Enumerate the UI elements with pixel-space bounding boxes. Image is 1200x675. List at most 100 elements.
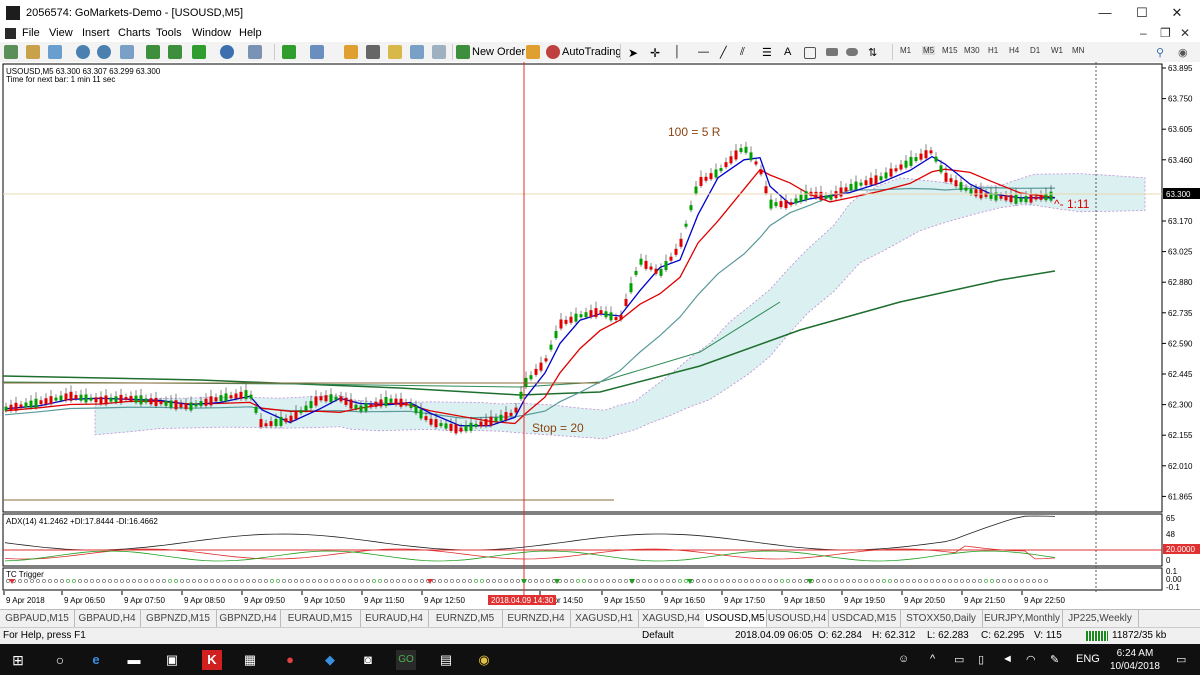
- timeframe-m30[interactable]: M30: [964, 46, 980, 55]
- tab-euraud-h4[interactable]: EURAUD,H4: [360, 610, 429, 627]
- system-clock[interactable]: 6:24 AM 10/04/2018: [1110, 647, 1160, 673]
- pen-icon[interactable]: ✎: [1050, 653, 1059, 666]
- tab-eurnzd-h4[interactable]: EURNZD,H4: [502, 610, 571, 627]
- templates-icon[interactable]: [248, 45, 262, 59]
- menu-insert[interactable]: Insert: [82, 27, 110, 39]
- timeframe-m15[interactable]: M15: [942, 46, 958, 55]
- tab-usousd-h4[interactable]: USOUSD,H4: [766, 610, 829, 627]
- tab-gbpnzd-m15[interactable]: GBPNZD,M15: [140, 610, 217, 627]
- maximize-button[interactable]: ☐: [1127, 4, 1157, 22]
- zoom-out-icon[interactable]: [97, 45, 111, 59]
- timeframe-m1[interactable]: M1: [900, 46, 911, 55]
- store-icon[interactable]: ▣: [162, 650, 182, 670]
- rectangle-tool-icon[interactable]: [826, 48, 838, 56]
- indicators-icon[interactable]: [192, 45, 206, 59]
- kaspersky-icon[interactable]: K: [202, 650, 222, 670]
- tab-xagusd-h4[interactable]: XAGUSD,H4: [638, 610, 705, 627]
- price-chart[interactable]: 100 = 5 R Stop = 20 ^- 1:11 USOUSD,M5 63…: [0, 62, 1200, 606]
- network-icon[interactable]: ▭: [954, 653, 964, 666]
- edge-browser-icon[interactable]: e: [86, 650, 106, 670]
- mdi-close-icon[interactable]: ✕: [1180, 26, 1190, 40]
- timeframe-w1[interactable]: W1: [1051, 46, 1063, 55]
- notification-icon[interactable]: ▭: [1176, 653, 1186, 666]
- terminal-icon[interactable]: [410, 45, 424, 59]
- bar-chart-icon[interactable]: [26, 45, 40, 59]
- line-chart-icon[interactable]: [48, 45, 62, 59]
- menu-tools[interactable]: Tools: [156, 27, 182, 39]
- fibonacci-icon[interactable]: ☰: [762, 46, 772, 59]
- gomarkets-taskbar-icon[interactable]: GO: [396, 650, 416, 670]
- navigator-icon[interactable]: [388, 45, 402, 59]
- tab-gbpaud-h4[interactable]: GBPAUD,H4: [74, 610, 141, 627]
- new-chart-icon[interactable]: [282, 45, 296, 59]
- crosshair-icon[interactable]: ✛: [650, 46, 660, 60]
- language-indicator[interactable]: ENG: [1076, 653, 1100, 665]
- market-watch-icon[interactable]: [344, 45, 358, 59]
- battery-icon[interactable]: ▯: [978, 653, 984, 666]
- volume-icon[interactable]: ◄: [1002, 653, 1013, 665]
- mdi-minimize-icon[interactable]: –: [1140, 26, 1147, 40]
- tester-icon[interactable]: [432, 45, 446, 59]
- cursor-icon[interactable]: ➤: [628, 46, 638, 60]
- wifi-icon[interactable]: ◠: [1026, 653, 1036, 666]
- timeframe-h4[interactable]: H4: [1009, 46, 1019, 55]
- timeframe-h1[interactable]: H1: [988, 46, 998, 55]
- ellipse-tool-icon[interactable]: [846, 48, 858, 56]
- autotrading-icon[interactable]: [546, 45, 560, 59]
- zoom-in-icon[interactable]: [76, 45, 90, 59]
- text-tool-icon[interactable]: A: [784, 46, 791, 58]
- defender-icon[interactable]: ◆: [320, 650, 340, 670]
- vertical-line-icon[interactable]: │: [674, 46, 681, 58]
- tab-gbpaud-m15[interactable]: GBPAUD,M15: [0, 610, 75, 627]
- chrome-icon[interactable]: ◉: [474, 650, 494, 670]
- tab-usousd-m5[interactable]: USOUSD,M5: [704, 610, 767, 627]
- tab-stoxx50-daily[interactable]: STOXX50,Daily: [900, 610, 983, 627]
- menu-help[interactable]: Help: [239, 27, 262, 39]
- data-window-icon[interactable]: [366, 45, 380, 59]
- tab-gbpnzd-h4[interactable]: GBPNZD,H4: [216, 610, 281, 627]
- minimize-button[interactable]: —: [1090, 4, 1120, 22]
- menu-view[interactable]: View: [49, 27, 73, 39]
- autotrading-button[interactable]: AutoTrading: [562, 46, 622, 58]
- tab-xagusd-h1[interactable]: XAGUSD,H1: [570, 610, 639, 627]
- label-tool-icon[interactable]: [804, 47, 816, 59]
- timeframe-d1[interactable]: D1: [1030, 46, 1040, 55]
- camera-app-icon[interactable]: ◙: [358, 650, 378, 670]
- community-icon[interactable]: ◉: [1178, 46, 1188, 59]
- remote-app-icon[interactable]: ●: [280, 650, 300, 670]
- horizontal-line-icon[interactable]: —: [698, 46, 709, 58]
- chart-shift-icon[interactable]: [146, 45, 160, 59]
- tab-eurjpy-monthly[interactable]: EURJPY,Monthly: [982, 610, 1063, 627]
- close-button[interactable]: ✕: [1162, 4, 1192, 22]
- new-order-button[interactable]: New Order: [472, 46, 525, 58]
- trendline-icon[interactable]: ╱: [720, 46, 727, 59]
- chart-window[interactable]: 100 = 5 R Stop = 20 ^- 1:11 USOUSD,M5 63…: [0, 62, 1200, 606]
- tab-euraud-m15[interactable]: EURAUD,M15: [280, 610, 361, 627]
- mdi-restore-icon[interactable]: ❐: [1160, 26, 1171, 40]
- document-app-icon[interactable]: ▤: [436, 650, 456, 670]
- timeframe-m5[interactable]: M5: [922, 46, 936, 55]
- autoscroll-icon[interactable]: [168, 45, 182, 59]
- new-order-icon[interactable]: [456, 45, 470, 59]
- search-taskbar-icon[interactable]: ○: [50, 650, 70, 670]
- tab-jp225-weekly[interactable]: JP225,Weekly: [1062, 610, 1139, 627]
- equidistant-channel-icon[interactable]: ⫽: [740, 46, 745, 59]
- tile-windows-icon[interactable]: [120, 45, 134, 59]
- periods-icon[interactable]: [220, 45, 234, 59]
- tab-usdcad-m15[interactable]: USDCAD,M15: [828, 610, 901, 627]
- timeframe-mn[interactable]: MN: [1072, 46, 1084, 55]
- metaeditor-icon[interactable]: [526, 45, 540, 59]
- menu-window[interactable]: Window: [192, 27, 231, 39]
- menu-file[interactable]: File: [22, 27, 40, 39]
- search-icon[interactable]: ⚲: [1156, 46, 1164, 59]
- profiles-icon[interactable]: [310, 45, 324, 59]
- file-explorer-icon[interactable]: ▬: [124, 650, 144, 670]
- people-icon[interactable]: ☺: [898, 653, 909, 665]
- candlestick-icon[interactable]: [4, 45, 18, 59]
- windows-start-icon[interactable]: ⊞: [8, 650, 28, 670]
- menu-charts[interactable]: Charts: [118, 27, 150, 39]
- tab-eurnzd-m5[interactable]: EURNZD,M5: [428, 610, 503, 627]
- calculator-icon[interactable]: ▦: [240, 650, 260, 670]
- arrows-tool-icon[interactable]: ⇅: [868, 46, 877, 59]
- tray-expand-icon[interactable]: ^: [930, 653, 935, 665]
